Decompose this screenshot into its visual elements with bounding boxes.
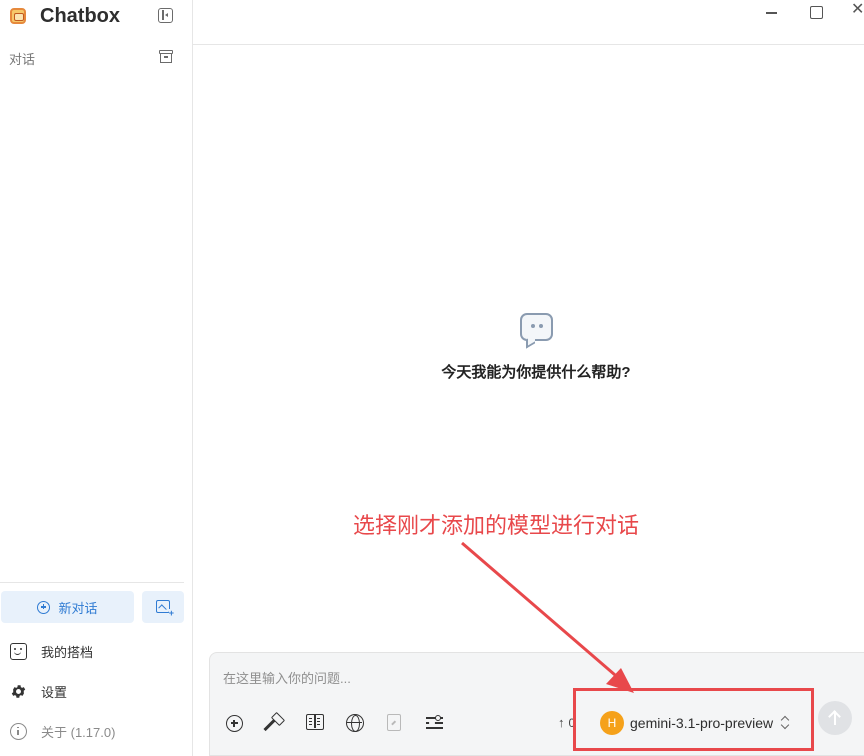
title-bar: ✕ bbox=[193, 0, 864, 45]
conversations-section-label: 对话 bbox=[9, 52, 36, 67]
annotation-caption: 选择刚才添加的模型进行对话 bbox=[353, 513, 640, 538]
smile-chat-icon bbox=[10, 642, 27, 660]
app-brand: Chatbox bbox=[10, 4, 120, 28]
hammer-tools-icon[interactable] bbox=[266, 715, 284, 733]
empty-state-title: 今天我能为你提供什么帮助? bbox=[441, 364, 631, 381]
info-icon bbox=[10, 722, 27, 740]
send-button[interactable] bbox=[818, 701, 852, 735]
minimize-icon[interactable] bbox=[766, 12, 777, 14]
sidebar-item-label: 关于 (1.17.0) bbox=[41, 724, 116, 740]
sidebar-item-settings[interactable]: 设置 bbox=[10, 681, 67, 701]
app-name: Chatbox bbox=[40, 4, 120, 27]
image-add-icon bbox=[156, 600, 175, 617]
gear-icon bbox=[10, 683, 27, 700]
maximize-icon[interactable] bbox=[810, 6, 823, 19]
plus-circle-icon bbox=[37, 600, 51, 614]
empty-state: 今天我能为你提供什么帮助? bbox=[193, 313, 864, 382]
sidebar-item-about[interactable]: 关于 (1.17.0) bbox=[10, 721, 115, 741]
sidebar: Chatbox 对话 新对话 我的搭档 设置 关于 (1.17.0) bbox=[0, 0, 193, 756]
chatbox-logo-icon bbox=[10, 8, 26, 24]
sidebar-item-label: 设置 bbox=[41, 684, 68, 700]
message-input[interactable]: 在这里输入你的问题... bbox=[223, 668, 351, 687]
settings-sliders-icon[interactable] bbox=[426, 715, 443, 731]
annotation-highlight-box bbox=[573, 688, 814, 751]
close-icon[interactable]: ✕ bbox=[851, 3, 864, 17]
sidebar-divider bbox=[0, 582, 184, 583]
archive-icon[interactable] bbox=[159, 50, 173, 63]
attach-plus-icon[interactable] bbox=[226, 715, 243, 732]
web-search-globe-icon[interactable] bbox=[346, 714, 364, 732]
new-chat-label: 新对话 bbox=[58, 600, 98, 616]
file-link-icon[interactable] bbox=[387, 714, 401, 731]
knowledge-base-book-icon[interactable] bbox=[306, 714, 324, 730]
new-image-chat-button[interactable] bbox=[142, 591, 184, 623]
arrow-up-icon: ↑ bbox=[558, 715, 565, 730]
main-panel: ✕ 今天我能为你提供什么帮助? 选择刚才添加的模型进行对话 在这里输入你的问题.… bbox=[193, 0, 864, 756]
collapse-sidebar-icon[interactable] bbox=[158, 8, 173, 23]
new-chat-button[interactable]: 新对话 bbox=[1, 591, 134, 623]
sidebar-item-my-copilots[interactable]: 我的搭档 bbox=[10, 641, 93, 661]
sidebar-item-label: 我的搭档 bbox=[41, 644, 94, 660]
chat-bubble-icon bbox=[519, 313, 553, 341]
